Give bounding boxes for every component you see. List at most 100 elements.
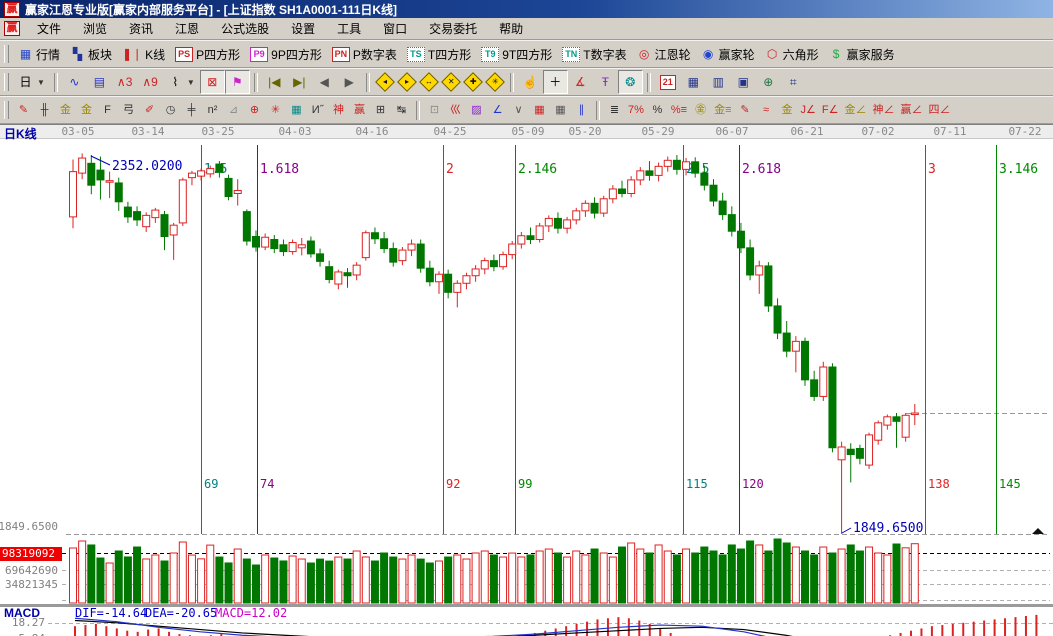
hand-tool-button[interactable]: ☝ [518, 70, 543, 94]
9t-square-button[interactable]: T99T四方形 [476, 42, 557, 66]
ruler-123-tool-button[interactable]: ⊞ [370, 98, 391, 122]
pen-tool-button[interactable]: ✎ [13, 98, 34, 122]
compass-tool-button[interactable]: ⊿ [223, 98, 244, 122]
k-feature-button[interactable]: ⊠ [200, 70, 225, 94]
ray-fan-tool-button[interactable]: 巛 [445, 98, 466, 122]
toolbar-grip[interactable] [4, 101, 9, 119]
gold-line-tool-button[interactable]: 金≡ [711, 98, 734, 122]
gold-scale-tool-2-button[interactable]: 金 [76, 98, 97, 122]
menu-item-trade[interactable]: 交易委托 [418, 18, 488, 39]
menu-item-formula-pick[interactable]: 公式选股 [210, 18, 280, 39]
wave-count-tool-button[interactable]: И˝ [307, 98, 328, 122]
chart-grid-tool-button[interactable]: ▦ [550, 98, 571, 122]
bars-3-button[interactable]: ∧3 [112, 70, 137, 94]
bow-scale-tool-button[interactable]: 弓 [118, 98, 139, 122]
flag-marker-button[interactable]: ⚑ [225, 70, 250, 94]
scroll-marker-icon[interactable] [1032, 528, 1044, 534]
9p-square-button[interactable]: P99P四方形 [245, 42, 327, 66]
percent-7-tool-button[interactable]: 7% [625, 98, 647, 122]
menu-item-settings[interactable]: 设置 [280, 18, 326, 39]
time-cycle-tool-button[interactable]: ◷ [160, 98, 181, 122]
menu-item-browse[interactable]: 浏览 [72, 18, 118, 39]
t-square-button[interactable]: TST四方形 [402, 42, 476, 66]
gann-wheel-button[interactable]: ◎江恩轮 [632, 42, 696, 66]
j-angle-tool-button[interactable]: J∠ [798, 98, 819, 122]
crosshair-tool-button[interactable]: ＋ [543, 70, 568, 94]
sectors-button[interactable]: ▚板块 [65, 42, 117, 66]
nav-next-button[interactable]: ▶ [337, 70, 362, 94]
angle-tool-button[interactable]: ∡ [568, 70, 593, 94]
gann-circle-tool-button[interactable]: ⊕ [244, 98, 265, 122]
workstation-button[interactable]: ⌗ [781, 70, 806, 94]
save-button[interactable]: ▣ [731, 70, 756, 94]
v-line-tool-button[interactable]: ∨ [508, 98, 529, 122]
gann-time-lines[interactable]: 1.5691.618742922.146992.51152.6181203138… [202, 145, 1039, 534]
period-day-selector-button[interactable]: 日▼ [13, 70, 50, 94]
box-select-tool-button[interactable]: ⊡ [424, 98, 445, 122]
win-scale-tool-button[interactable]: 赢 [349, 98, 370, 122]
menu-item-news[interactable]: 资讯 [118, 18, 164, 39]
win-angle-tool-button[interactable]: 赢∠ [898, 98, 926, 122]
menu-item-gann[interactable]: 江恩 [164, 18, 210, 39]
gold-circle-tool-button[interactable]: ㊎ [690, 98, 711, 122]
bars-9-button[interactable]: ∧9 [137, 70, 162, 94]
p-digit-table-button[interactable]: PNP数字表 [327, 42, 402, 66]
gold-angle-tool-button[interactable]: 金∠ [842, 98, 870, 122]
square-number-tool-button[interactable]: n² [202, 98, 223, 122]
toolbar-grip[interactable] [4, 73, 9, 91]
shen-angle-tool-button[interactable]: 神∠ [870, 98, 898, 122]
kline-button[interactable]: ❚❘K线 [117, 42, 170, 66]
zoom-x-icon[interactable]: ✕ [441, 72, 461, 92]
marker-pen-tool-button[interactable]: ✐ [139, 98, 160, 122]
stats-panel-tool-button[interactable]: ≣ [604, 98, 625, 122]
four-angle-tool-button[interactable]: 四∠ [926, 98, 954, 122]
calendar-button[interactable]: 21 [655, 70, 681, 94]
network-button[interactable]: ⊕ [756, 70, 781, 94]
menu-item-tools[interactable]: 工具 [326, 18, 372, 39]
parallel-line-tool-button[interactable]: ∥ [571, 98, 592, 122]
zoom-all-icon[interactable]: ✳ [485, 72, 505, 92]
zoom-v-icon[interactable]: ✚ [463, 72, 483, 92]
zigzag-button[interactable]: ∿ [62, 70, 87, 94]
ruler-tool-button[interactable]: ╫ [34, 98, 55, 122]
gann-brain-button[interactable]: ❂ [618, 70, 643, 94]
chart-region[interactable]: 03-0503-1403-2504-0304-1604-2505-0905-20… [0, 124, 1053, 636]
gold-angle-scale-tool-button[interactable]: 金 [777, 98, 798, 122]
pan-left-icon[interactable]: ◂ [375, 72, 395, 92]
menu-item-window[interactable]: 窗口 [372, 18, 418, 39]
red-grid-tool-button[interactable]: ▦ [529, 98, 550, 122]
nav-last-button[interactable]: ▶| [287, 70, 312, 94]
notepad-button[interactable]: ▥ [706, 70, 731, 94]
trend-angle-tool-button[interactable]: ∠ [487, 98, 508, 122]
tick-scale-tool-button[interactable]: ╪ [181, 98, 202, 122]
toolbar-grip[interactable] [4, 45, 9, 63]
winner-service-button[interactable]: $赢家服务 [824, 42, 900, 66]
fib-scale-tool-button[interactable]: F [97, 98, 118, 122]
winner-wheel-button[interactable]: ◉赢家轮 [696, 42, 760, 66]
nav-first-button[interactable]: |◀ [262, 70, 287, 94]
info-list-button[interactable]: ▤ [87, 70, 112, 94]
kline-canvas[interactable]: 03-0503-1403-2504-0304-1604-2505-0905-20… [0, 125, 1053, 636]
zoom-h-icon[interactable]: ↔ [419, 72, 439, 92]
star-grid-tool-button[interactable]: ✳ [265, 98, 286, 122]
quotes-button[interactable]: ▦行情 [13, 42, 65, 66]
flag-pen-tool-button[interactable]: ✎ [735, 98, 756, 122]
square-grid-tool-button[interactable]: ▦ [286, 98, 307, 122]
calculator-button[interactable]: ▦ [681, 70, 706, 94]
title-bar[interactable]: 赢 赢家江恩专业版[赢家内部服务平台] - [上证指数 SH1A0001-111… [0, 0, 1053, 18]
menu-item-help[interactable]: 帮助 [488, 18, 534, 39]
percent-tool-button[interactable]: % [647, 98, 668, 122]
wave-band-tool-button[interactable]: ≈ [756, 98, 777, 122]
p-square-button[interactable]: PSP四方形 [170, 42, 245, 66]
shen-scale-tool-button[interactable]: 神 [328, 98, 349, 122]
pan-right-icon[interactable]: ▸ [397, 72, 417, 92]
nav-prev-button[interactable]: ◀ [312, 70, 337, 94]
f-angle-tool-button[interactable]: F∠ [819, 98, 842, 122]
candles-layer[interactable] [70, 154, 919, 534]
t-tool-button[interactable]: Ŧ [593, 70, 618, 94]
gold-scale-tool-1-button[interactable]: 金 [55, 98, 76, 122]
width-measure-tool-button[interactable]: ↹ [391, 98, 412, 122]
percent-line-tool-button[interactable]: %≡ [668, 98, 690, 122]
hexagon-button[interactable]: ⬡六角形 [760, 42, 824, 66]
menu-item-file[interactable]: 文件 [26, 18, 72, 39]
